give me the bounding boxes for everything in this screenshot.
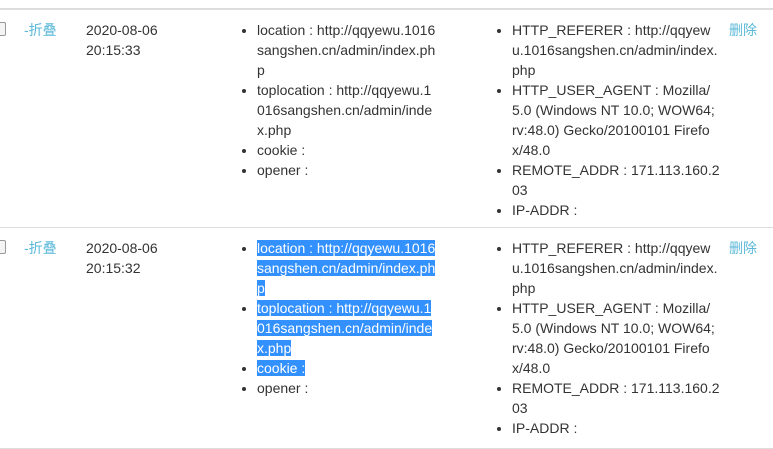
list-item: IP-ADDR :: [512, 418, 720, 438]
row-checkbox[interactable]: [0, 240, 6, 254]
list-item: IP-ADDR :: [512, 200, 720, 220]
server-info-list: HTTP_REFERER : http://qqyewu.1016sangshe…: [501, 20, 720, 220]
list-item: cookie :: [257, 358, 437, 378]
record-datetime: 2020-08-06 20:15:32: [86, 238, 176, 278]
table-row: -折叠 2020-08-06 20:15:32 location : http:/…: [0, 228, 773, 449]
delete-link[interactable]: 删除: [729, 238, 757, 258]
list-item: cookie :: [257, 140, 437, 160]
client-info-list: location : http://qqyewu.1016sangshen.cn…: [246, 238, 437, 398]
list-item: opener :: [257, 378, 437, 398]
fold-link[interactable]: -折叠: [24, 238, 57, 258]
delete-link[interactable]: 删除: [729, 20, 757, 40]
record-time: 20:15:33: [86, 42, 141, 58]
list-item: opener :: [257, 160, 437, 180]
row-checkbox[interactable]: [0, 22, 6, 36]
list-item: toplocation : http://qqyewu.1016sangshen…: [257, 80, 437, 140]
list-item: REMOTE_ADDR : 171.113.160.203: [512, 378, 720, 418]
selected-text: toplocation : http://qqyewu.1016sangshen…: [257, 300, 433, 356]
list-item: location : http://qqyewu.1016sangshen.cn…: [257, 238, 437, 298]
list-item: location : http://qqyewu.1016sangshen.cn…: [257, 20, 437, 80]
selected-text: location : http://qqyewu.1016sangshen.cn…: [257, 240, 436, 296]
list-item: REMOTE_ADDR : 171.113.160.203: [512, 160, 720, 200]
client-info-list: location : http://qqyewu.1016sangshen.cn…: [246, 20, 437, 180]
list-item: toplocation : http://qqyewu.1016sangshen…: [257, 298, 437, 358]
selected-text: cookie :: [257, 360, 306, 376]
list-item: HTTP_REFERER : http://qqyewu.1016sangshe…: [512, 238, 720, 298]
record-time: 20:15:32: [86, 260, 141, 276]
fold-link[interactable]: -折叠: [24, 20, 57, 40]
list-item: HTTP_USER_AGENT : Mozilla/5.0 (Windows N…: [512, 298, 720, 378]
record-date: 2020-08-06: [86, 240, 158, 256]
list-item: HTTP_USER_AGENT : Mozilla/5.0 (Windows N…: [512, 80, 720, 160]
server-info-list: HTTP_REFERER : http://qqyewu.1016sangshe…: [501, 238, 720, 438]
list-item: HTTP_REFERER : http://qqyewu.1016sangshe…: [512, 20, 720, 80]
record-date: 2020-08-06: [86, 22, 158, 38]
record-datetime: 2020-08-06 20:15:33: [86, 20, 176, 60]
table-row: -折叠 2020-08-06 20:15:33 location : http:/…: [0, 10, 773, 228]
